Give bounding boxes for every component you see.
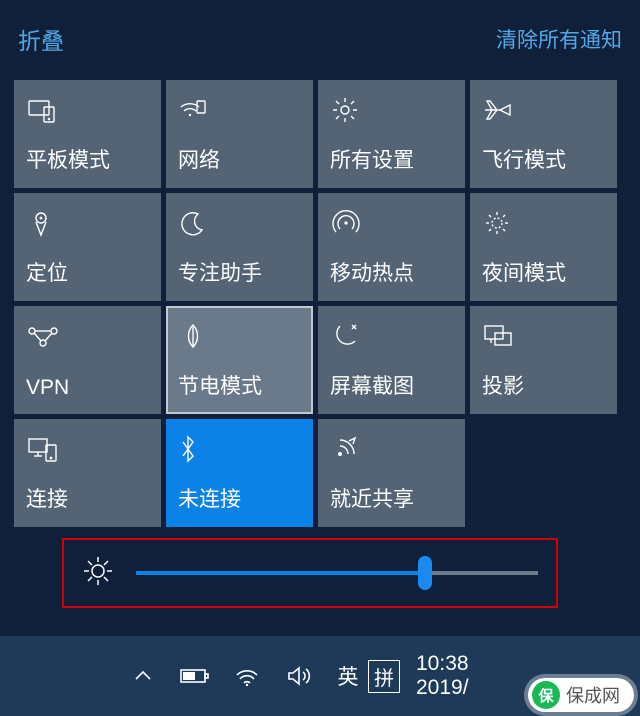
tile-label: VPN xyxy=(26,376,149,400)
brightness-icon xyxy=(82,555,114,592)
tile-label: 所有设置 xyxy=(330,144,453,174)
hotspot-icon xyxy=(330,203,453,243)
tile-label: 屏幕截图 xyxy=(330,370,453,400)
brightness-slider[interactable] xyxy=(136,553,538,593)
watermark-text: 保成网 xyxy=(566,682,620,708)
ime-language[interactable]: 英 xyxy=(328,661,368,691)
tile-nearby-share[interactable]: 就近共享 xyxy=(318,419,465,527)
tile-label: 飞行模式 xyxy=(482,144,605,174)
airplane-icon xyxy=(482,90,605,130)
clock[interactable]: 10:38 2019/ xyxy=(416,652,469,700)
project-icon xyxy=(482,316,605,356)
slider-thumb[interactable] xyxy=(418,556,432,590)
tile-label: 专注助手 xyxy=(178,257,301,287)
wifi-cell-icon xyxy=(178,90,301,130)
header-row: 折叠 清除所有通知 xyxy=(0,0,640,56)
clear-all-link[interactable]: 清除所有通知 xyxy=(496,24,622,54)
wifi-icon[interactable] xyxy=(224,653,270,699)
tile-label: 移动热点 xyxy=(330,257,453,287)
tile-label: 节电模式 xyxy=(178,370,301,400)
tile-bluetooth[interactable]: 未连接 xyxy=(166,419,313,527)
snip-icon xyxy=(330,316,453,356)
tile-label: 平板模式 xyxy=(26,144,149,174)
quick-actions-grid: 平板模式网络所有设置飞行模式定位专注助手移动热点夜间模式 VPN 节电模式屏幕截图投… xyxy=(14,80,628,532)
tile-label: 投影 xyxy=(482,370,605,400)
tile-label: 定位 xyxy=(26,257,149,287)
tile-tablet-mode[interactable]: 平板模式 xyxy=(14,80,161,188)
watermark: 保 保成网 zsbaocheng.com xyxy=(528,678,634,712)
battery-icon[interactable] xyxy=(172,653,218,699)
tray-overflow-chevron-icon[interactable] xyxy=(120,653,166,699)
nearby-icon xyxy=(330,429,453,469)
night-icon xyxy=(482,203,605,243)
tile-night-light[interactable]: 夜间模式 xyxy=(470,193,617,301)
tile-mobile-hotspot[interactable]: 移动热点 xyxy=(318,193,465,301)
tile-label: 未连接 xyxy=(178,483,301,513)
clock-time: 10:38 xyxy=(416,652,469,676)
leaf-icon xyxy=(178,316,301,356)
tile-battery-saver[interactable]: 节电模式 xyxy=(166,306,313,414)
tile-label: 网络 xyxy=(178,144,301,174)
tile-label: 就近共享 xyxy=(330,483,453,513)
moon-icon xyxy=(178,203,301,243)
tablet-icon xyxy=(26,90,149,130)
collapse-link[interactable]: 折叠 xyxy=(18,22,64,56)
bluetooth-icon xyxy=(178,429,301,469)
clock-date: 2019/ xyxy=(416,676,469,700)
brightness-row xyxy=(62,538,558,608)
tile-label: 连接 xyxy=(26,483,149,513)
location-icon xyxy=(26,203,149,243)
tile-vpn[interactable]: VPN xyxy=(14,306,161,414)
tile-location[interactable]: 定位 xyxy=(14,193,161,301)
vpn-icon xyxy=(26,316,149,356)
connect-icon xyxy=(26,429,149,469)
tile-network[interactable]: 网络 xyxy=(166,80,313,188)
tile-label: 夜间模式 xyxy=(482,257,605,287)
gear-icon xyxy=(330,90,453,130)
tile-connect[interactable]: 连接 xyxy=(14,419,161,527)
tile-screen-snip[interactable]: 屏幕截图 xyxy=(318,306,465,414)
tile-all-settings[interactable]: 所有设置 xyxy=(318,80,465,188)
tile-project[interactable]: 投影 xyxy=(470,306,617,414)
slider-track xyxy=(136,571,538,575)
volume-icon[interactable] xyxy=(276,653,322,699)
tile-airplane-mode[interactable]: 飞行模式 xyxy=(470,80,617,188)
watermark-badge: 保 xyxy=(532,681,560,709)
ime-mode[interactable]: 拼 xyxy=(368,660,400,693)
slider-fill xyxy=(136,571,425,575)
action-center-panel: 折叠 清除所有通知 平板模式网络所有设置飞行模式定位专注助手移动热点夜间模式 VP… xyxy=(0,0,640,716)
tile-focus-assist[interactable]: 专注助手 xyxy=(166,193,313,301)
